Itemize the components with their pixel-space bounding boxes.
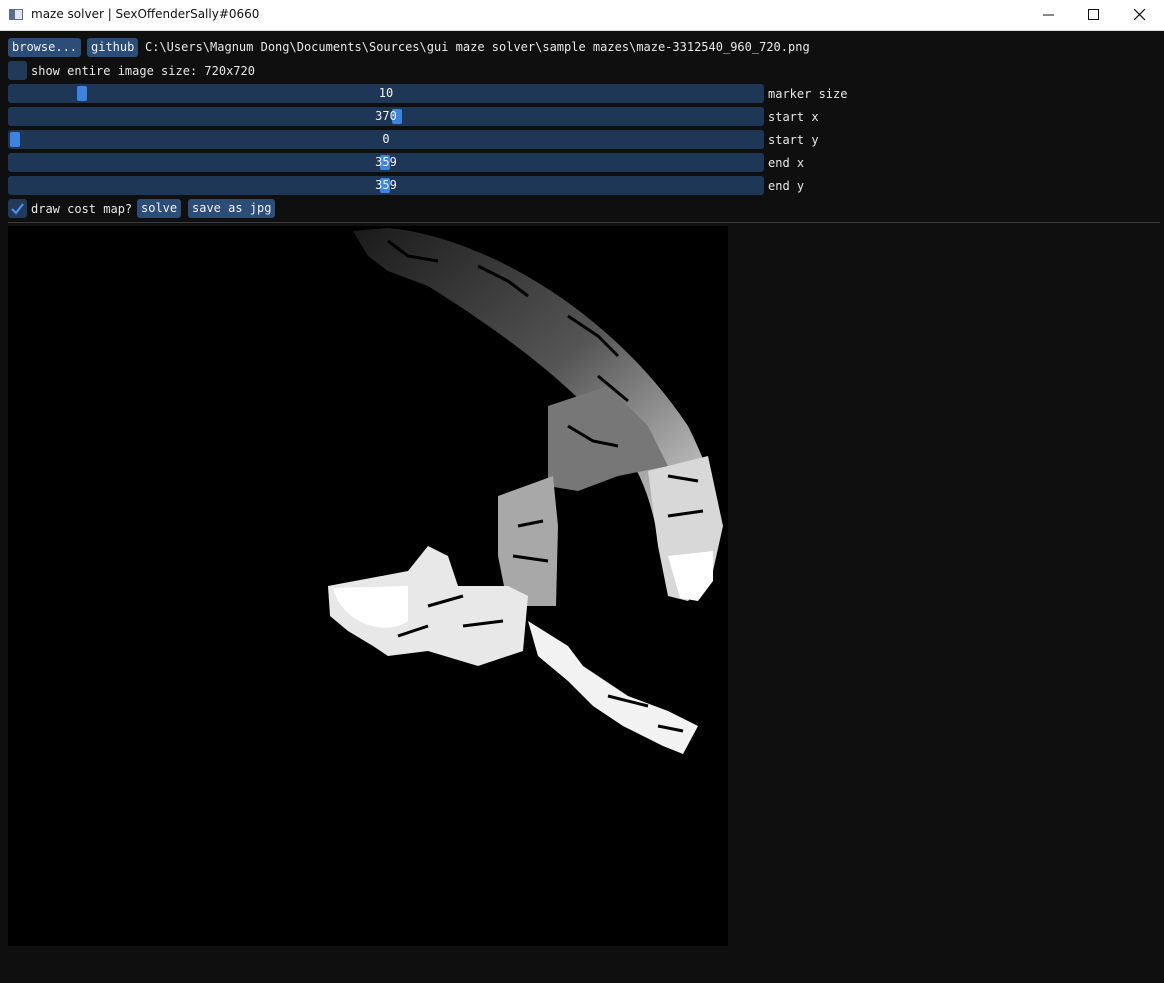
show-entire-image-checkbox[interactable] — [8, 61, 27, 80]
end-y-slider[interactable]: 359 — [8, 176, 764, 195]
end-y-label: end y — [768, 179, 805, 193]
save-as-jpg-button[interactable]: save as jpg — [188, 199, 276, 218]
minimize-icon — [1043, 14, 1054, 16]
maximize-button[interactable] — [1071, 0, 1117, 30]
slider-value: 370 — [375, 109, 397, 123]
maze-canvas[interactable] — [8, 226, 728, 946]
window-title: maze solver | SexOffenderSally#0660 — [31, 7, 260, 21]
maximize-icon — [1088, 9, 1099, 20]
start-y-slider[interactable]: 0 — [8, 130, 764, 149]
minimize-button[interactable] — [1026, 0, 1072, 30]
slider-value: 359 — [375, 178, 397, 192]
file-path: C:\Users\Magnum Dong\Documents\Sources\g… — [145, 40, 810, 54]
slider-value: 10 — [378, 86, 394, 100]
draw-cost-map-checkbox[interactable] — [8, 199, 27, 218]
show-entire-image-label: show entire image size: 720x720 — [31, 64, 255, 78]
draw-cost-map-label: draw cost map? — [31, 202, 133, 216]
github-button[interactable]: github — [87, 38, 139, 57]
marker-size-label: marker size — [768, 87, 848, 101]
app-window: browse... github C:\Users\Magnum Dong\Do… — [0, 31, 1164, 983]
close-icon — [1134, 9, 1146, 21]
start-y-label: start y — [768, 133, 819, 147]
marker-size-slider[interactable]: 10 — [8, 84, 764, 103]
title-bar[interactable]: maze solver | SexOffenderSally#0660 — [0, 0, 1164, 31]
app-icon — [9, 9, 23, 20]
checkmark-icon — [11, 203, 24, 215]
end-x-label: end x — [768, 156, 805, 170]
slider-value: 359 — [375, 155, 397, 169]
end-x-slider[interactable]: 359 — [8, 153, 764, 172]
start-x-label: start x — [768, 110, 819, 124]
separator — [8, 222, 1160, 223]
slider-value: 0 — [382, 132, 390, 146]
start-x-slider[interactable]: 370 — [8, 107, 764, 126]
maze-cost-map-image — [328, 228, 723, 754]
browse-button[interactable]: browse... — [8, 38, 82, 57]
solve-button[interactable]: solve — [137, 199, 182, 218]
close-button[interactable] — [1117, 0, 1163, 30]
